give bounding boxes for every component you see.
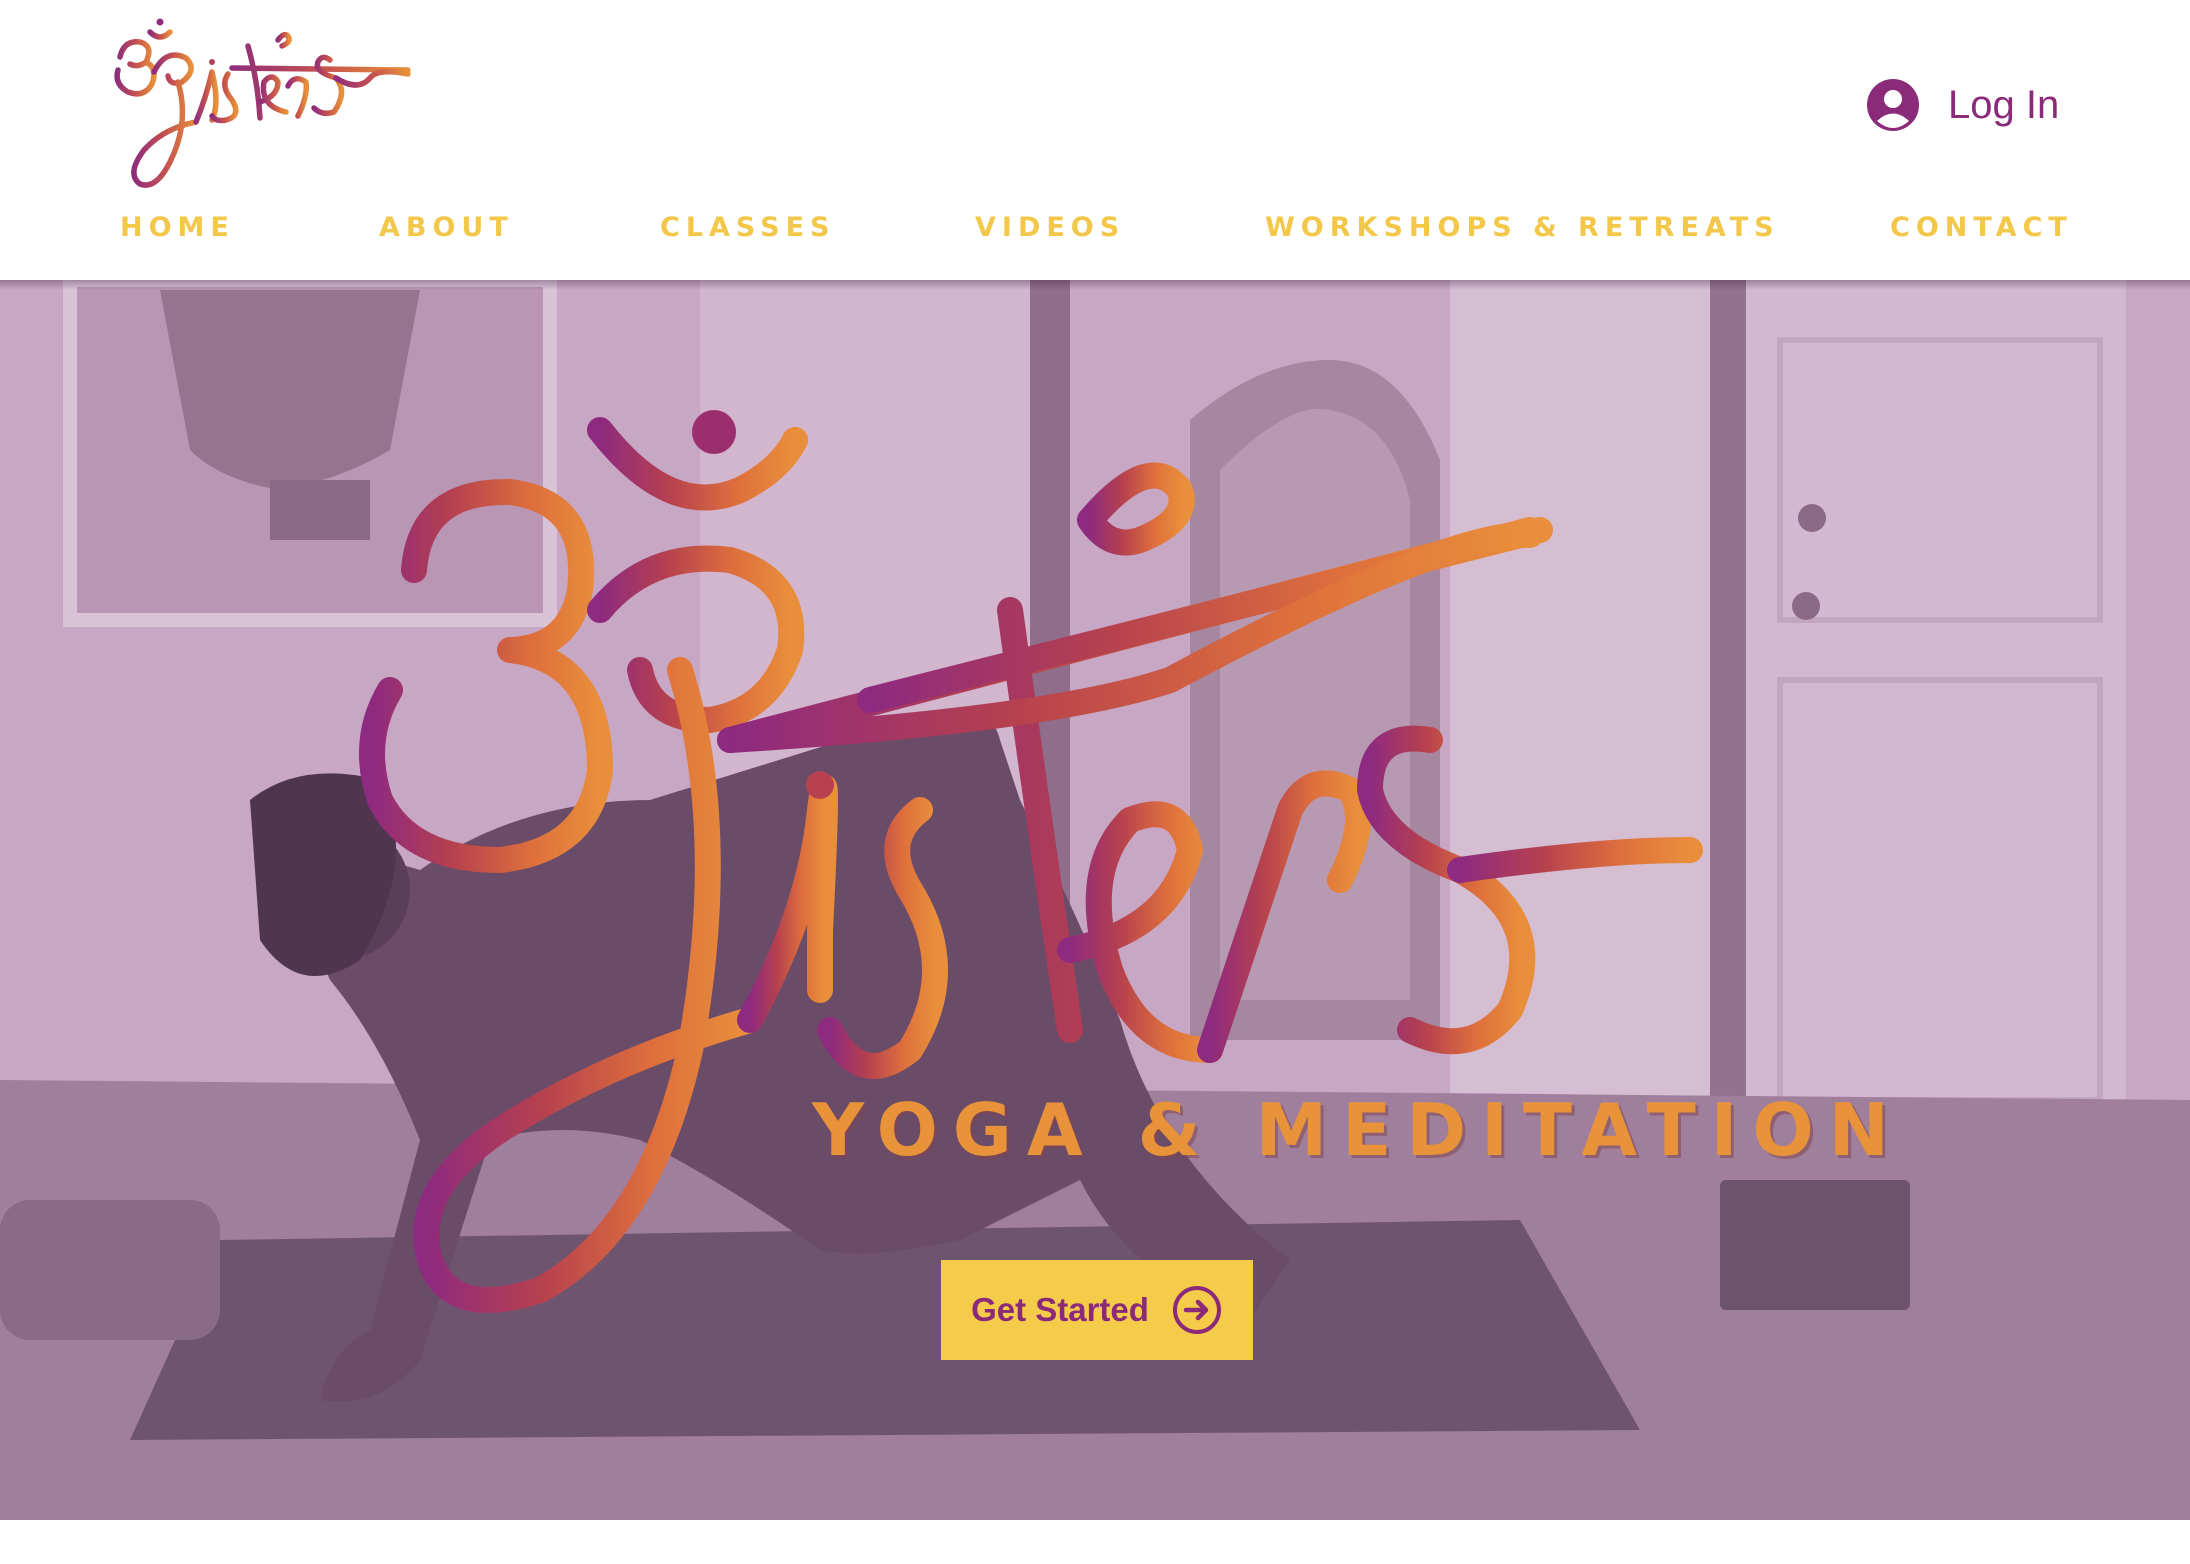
arrow-right-circle-icon (1172, 1286, 1221, 1334)
main-nav: HOME ABOUT CLASSES VIDEOS WORKSHOPS & RE… (0, 212, 2190, 258)
user-avatar-icon (1867, 79, 1919, 131)
login-label: Log In (1948, 82, 2060, 127)
nav-item-workshops-retreats[interactable]: WORKSHOPS & RETREATS (1265, 212, 1780, 243)
get-started-label: Get Started (971, 1291, 1149, 1328)
nav-item-home[interactable]: HOME (120, 212, 235, 243)
site-logo[interactable] (108, 12, 438, 202)
site-header: Log In HOME ABOUT CLASSES VIDEOS WORKSHO… (0, 0, 2190, 280)
hero-section: YOGA & MEDITATION Get Started (0, 280, 2190, 1520)
nav-item-classes[interactable]: CLASSES (660, 212, 835, 243)
page-bottom-strip (0, 1520, 2190, 1564)
nav-item-about[interactable]: ABOUT (379, 212, 514, 243)
nav-item-videos[interactable]: VIDEOS (975, 212, 1125, 243)
hero-tagline: YOGA & MEDITATION (812, 1088, 1904, 1172)
get-started-button[interactable]: Get Started (941, 1260, 1253, 1360)
nav-item-contact[interactable]: CONTACT (1890, 212, 2073, 243)
header-shadow (0, 280, 2190, 290)
login-button[interactable]: Log In (1866, 78, 2059, 132)
